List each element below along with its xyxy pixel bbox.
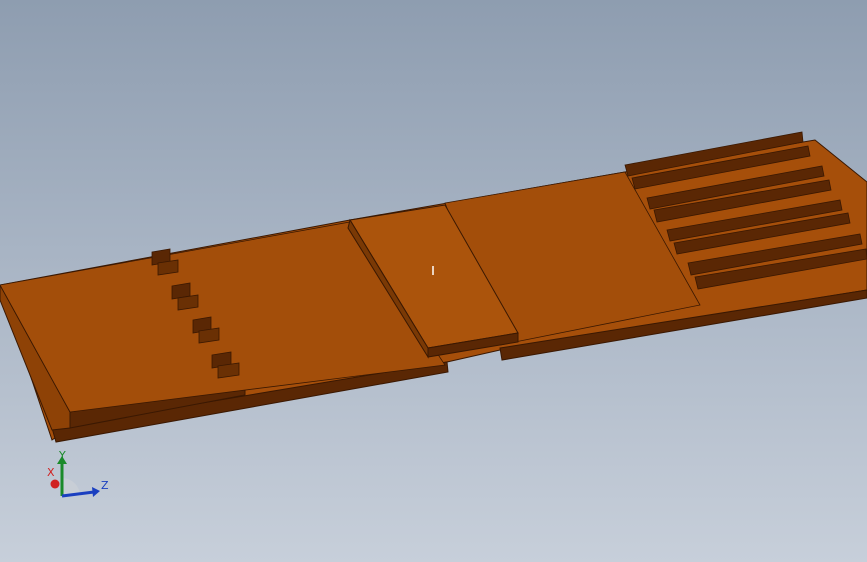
graphics-viewport[interactable]: X Y Z [0, 0, 867, 562]
triad-x-label: X [47, 466, 55, 479]
triad-y-label: Y [59, 449, 66, 462]
triad-z-label: Z [101, 479, 109, 492]
model-view[interactable] [0, 0, 867, 562]
coordinate-triad: X Y Z [40, 448, 120, 508]
